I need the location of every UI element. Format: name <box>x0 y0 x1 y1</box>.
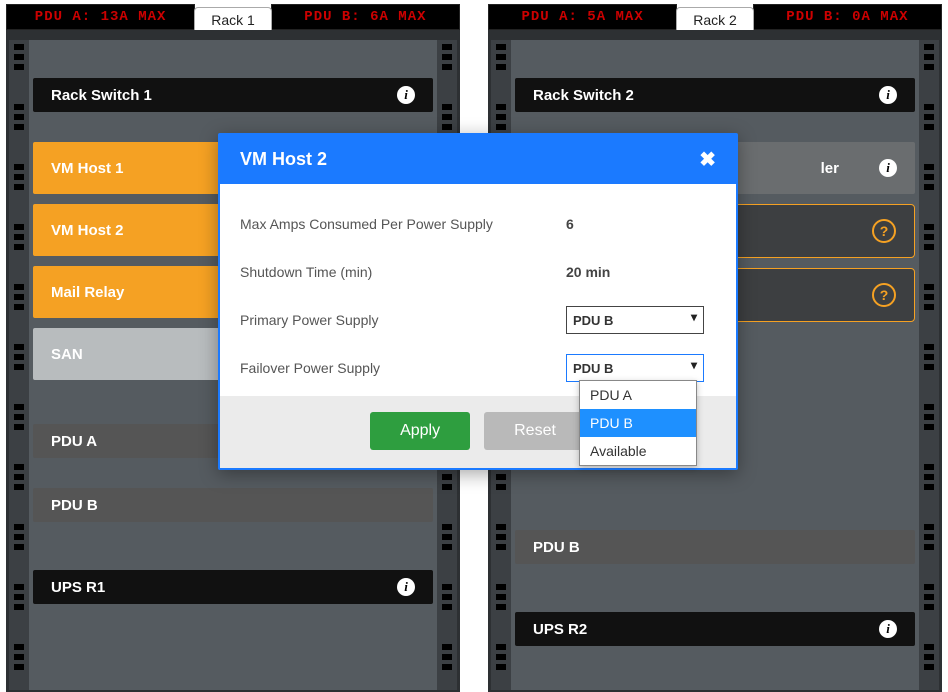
info-icon[interactable]: i <box>879 86 897 104</box>
failover-option-pdu-b[interactable]: PDU B <box>580 409 696 437</box>
rack2-switch-label: Rack Switch 2 <box>533 87 634 104</box>
rack1-switch[interactable]: Rack Switch 1 i <box>33 78 433 112</box>
vmhost2-label: VM Host 2 <box>51 222 124 239</box>
rack1-ups[interactable]: UPS R1 i <box>33 570 433 604</box>
rack1-pdu-b[interactable]: PDU B <box>33 488 433 522</box>
pdu-b-label: PDU B <box>533 539 580 556</box>
failover-option-available[interactable]: Available <box>580 437 696 465</box>
rack1-pdu-b-readout: PDU B: 6A MAX <box>271 4 460 30</box>
failover-supply-select[interactable]: PDU B <box>566 354 704 382</box>
controller-label-partial: ler <box>821 160 839 177</box>
san-label: SAN <box>51 346 83 363</box>
ups-label: UPS R2 <box>533 621 587 638</box>
rack2-pdu-b[interactable]: PDU B <box>515 530 915 564</box>
primary-supply-label: Primary Power Supply <box>240 312 566 328</box>
info-icon[interactable]: i <box>397 578 415 596</box>
shutdown-time-value: 20 min <box>566 264 716 280</box>
max-amps-label: Max Amps Consumed Per Power Supply <box>240 216 566 232</box>
reset-button[interactable]: Reset <box>484 412 586 450</box>
rack2-switch[interactable]: Rack Switch 2 i <box>515 78 915 112</box>
failover-option-pdu-a[interactable]: PDU A <box>580 381 696 409</box>
failover-supply-label: Failover Power Supply <box>240 360 566 376</box>
rack1-switch-label: Rack Switch 1 <box>51 87 152 104</box>
pdu-b-label: PDU B <box>51 497 98 514</box>
shutdown-time-label: Shutdown Time (min) <box>240 264 566 280</box>
ups-label: UPS R1 <box>51 579 105 596</box>
rack1-tab[interactable]: Rack 1 <box>194 7 272 30</box>
close-icon[interactable]: ✖ <box>699 150 716 170</box>
rack2-pdu-b-readout: PDU B: 0A MAX <box>753 4 942 30</box>
mailrelay-label: Mail Relay <box>51 284 124 301</box>
help-icon[interactable]: ? <box>872 283 896 307</box>
help-icon[interactable]: ? <box>872 219 896 243</box>
modal-title: VM Host 2 <box>240 149 327 170</box>
max-amps-value: 6 <box>566 216 716 232</box>
apply-button[interactable]: Apply <box>370 412 470 450</box>
rack2-pdu-a-readout: PDU A: 5A MAX <box>488 4 677 30</box>
info-icon[interactable]: i <box>879 620 897 638</box>
pdu-a-label: PDU A <box>51 433 97 450</box>
rack2-tab[interactable]: Rack 2 <box>676 7 754 30</box>
primary-supply-select[interactable]: PDU B <box>566 306 704 334</box>
vmhost1-label: VM Host 1 <box>51 160 124 177</box>
info-icon[interactable]: i <box>397 86 415 104</box>
failover-supply-dropdown: PDU A PDU B Available <box>579 380 697 466</box>
rack2-ups[interactable]: UPS R2 i <box>515 612 915 646</box>
info-icon[interactable]: i <box>879 159 897 177</box>
rack1-pdu-a-readout: PDU A: 13A MAX <box>6 4 195 30</box>
